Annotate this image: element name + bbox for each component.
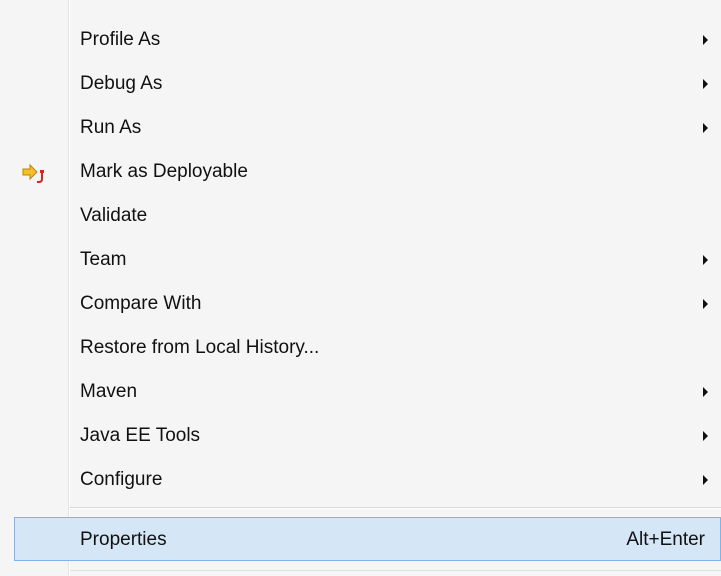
menu-item-run-as[interactable]: Run As <box>0 106 721 150</box>
menu-item-mark-as-deployable[interactable]: Mark as Deployable <box>0 150 721 194</box>
menu-item-configure[interactable]: Configure <box>0 458 721 502</box>
menu-item-label: Properties <box>80 529 167 550</box>
menu-item-label: Java EE Tools <box>80 425 201 446</box>
submenu-arrow-icon <box>703 299 708 309</box>
submenu-arrow-icon <box>703 475 708 485</box>
submenu-arrow-icon <box>703 35 708 45</box>
menu-item-shortcut: Alt+Enter <box>626 529 705 550</box>
menu-item-debug-as[interactable]: Debug As <box>0 62 721 106</box>
submenu-arrow-icon <box>703 123 708 133</box>
menu-item-maven[interactable]: Maven <box>0 370 721 414</box>
menu-item-label: Team <box>80 249 127 270</box>
menu-item-restore-from-local-history[interactable]: Restore from Local History... <box>0 326 721 370</box>
submenu-arrow-icon <box>703 387 708 397</box>
submenu-arrow-icon <box>703 431 708 441</box>
menu-item-label: Validate <box>80 205 148 226</box>
menu-item-label: Debug As <box>80 73 163 94</box>
menu-item-label: Configure <box>80 469 163 490</box>
menu-item-label: Restore from Local History... <box>80 337 320 358</box>
menu-separator-highlight <box>70 508 721 509</box>
menu-item-team[interactable]: Team <box>0 238 721 282</box>
menu-item-compare-with[interactable]: Compare With <box>0 282 721 326</box>
submenu-arrow-icon <box>703 255 708 265</box>
menu-item-profile-as[interactable]: Profile As <box>0 18 721 62</box>
context-menu: Profile As Debug As Run As Mark as Deplo… <box>0 0 721 576</box>
menu-item-label: Profile As <box>80 29 161 50</box>
submenu-arrow-icon <box>703 79 708 89</box>
menu-bottom-separator <box>70 570 721 571</box>
menu-item-properties[interactable]: Properties Alt+Enter <box>14 517 721 561</box>
menu-item-label: Maven <box>80 381 138 402</box>
menu-item-label: Compare With <box>80 293 202 314</box>
menu-item-java-ee-tools[interactable]: Java EE Tools <box>0 414 721 458</box>
menu-item-label: Mark as Deployable <box>80 161 248 182</box>
deploy-icon <box>22 162 52 184</box>
menu-item-validate[interactable]: Validate <box>0 194 721 238</box>
menu-item-label: Run As <box>80 117 142 138</box>
